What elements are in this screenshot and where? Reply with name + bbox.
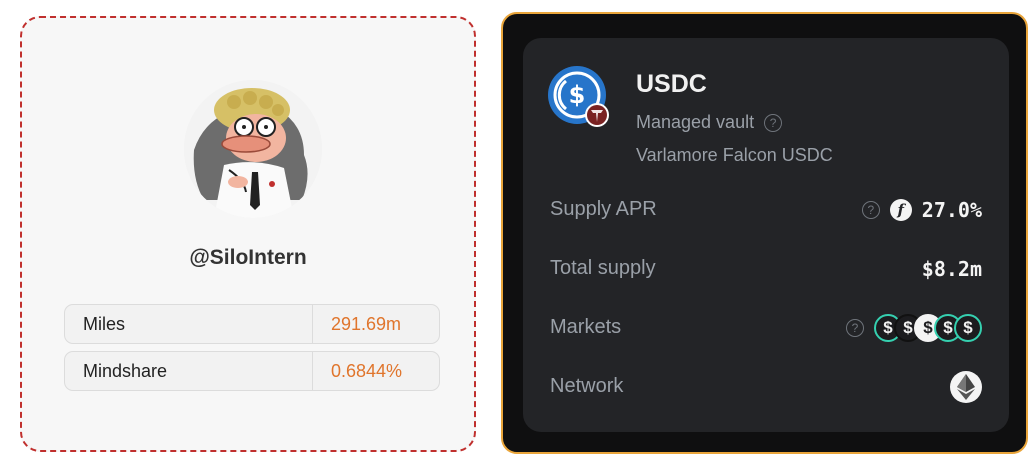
profile-card: @SiloIntern Miles 291.69m Mindshare 0.68… [20,16,476,452]
avatar[interactable] [184,80,322,218]
vault-card-inner: $ USDC Managed vault ? Varlamore Falcon … [523,38,1009,432]
username: @SiloIntern [189,246,307,269]
stat-value: 0.6844% [331,361,403,381]
help-icon[interactable]: ? [764,113,783,132]
markets-label: Markets [550,316,622,338]
ethereum-icon [950,371,982,403]
network-label: Network [550,375,624,397]
supply-apr-label: Supply APR [550,198,657,220]
vault-card[interactable]: $ USDC Managed vault ? Varlamore Falcon … [501,12,1028,454]
market-coin-icon: $ [954,314,982,342]
usdc-coin-icon: $ [548,66,609,127]
markets-value-group: ? $ $ $ $ $ [846,314,982,342]
total-supply-value-group: $8.2m [922,257,982,281]
supply-apr-value: 27.0% [921,198,982,222]
help-icon[interactable]: ? [846,319,864,337]
stat-row-miles: Miles 291.69m [64,304,440,344]
falcon-f-icon: f [889,199,912,221]
avatar-image [184,80,322,218]
vault-type-label: Managed vault [636,112,755,132]
total-supply-label: Total supply [550,257,656,279]
help-icon[interactable]: ? [861,201,880,219]
total-supply-value: $8.2m [921,257,982,281]
vault-type: Managed vault ? [636,112,783,133]
stat-label: Mindshare [65,352,313,390]
svg-text:$: $ [569,81,586,109]
stat-label: Miles [65,305,313,343]
vault-name: Varlamore Falcon USDC [636,145,833,165]
markets-coin-stack[interactable]: $ $ $ $ $ [874,314,982,342]
network-value-group [950,371,982,403]
vault-title: USDC [636,70,707,98]
stat-row-mindshare: Mindshare 0.6844% [64,351,440,391]
stat-value: 291.69m [331,314,402,334]
supply-apr-value-group: ? f 27.0% [861,198,982,222]
